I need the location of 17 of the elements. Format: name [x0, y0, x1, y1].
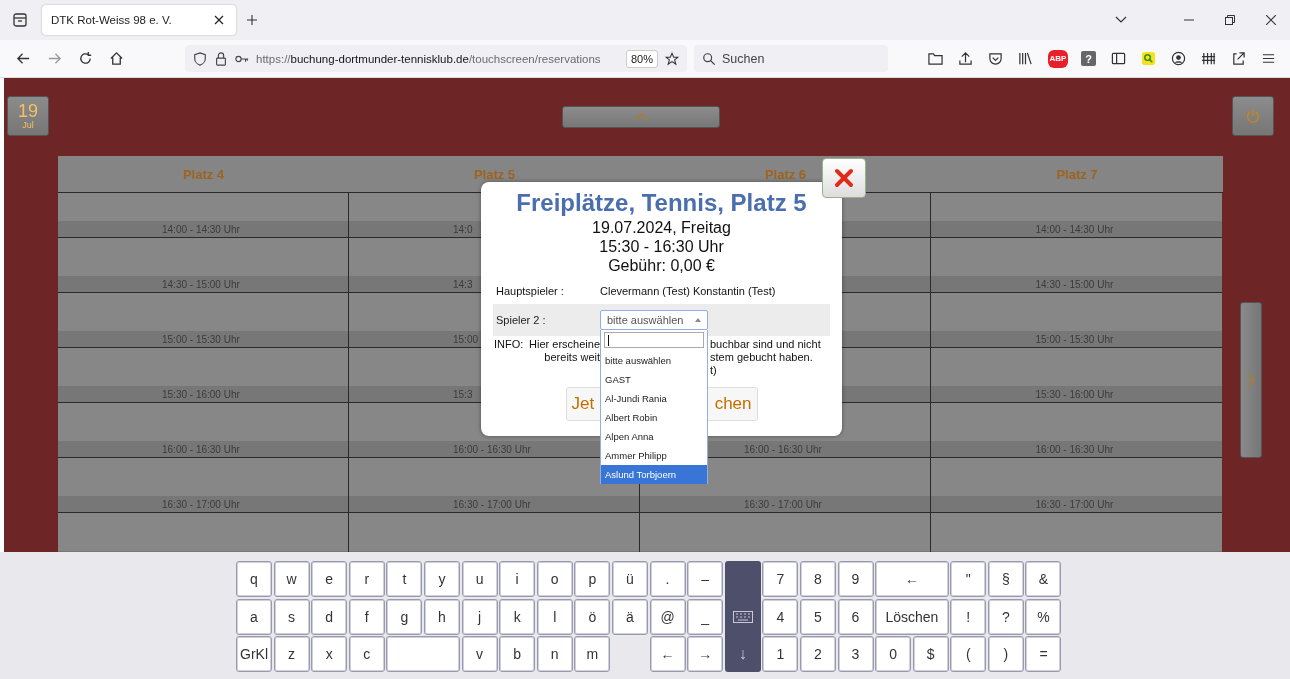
field-label: Spieler 2 :: [495, 314, 547, 326]
booking-date: 19.07.2024, Freitag: [591, 218, 732, 237]
url-host: buchung-dortmunder-tennisklub.de: [290, 52, 469, 65]
info-text: stem gebucht haben.: [710, 351, 813, 363]
main-player-name: Clevermann (Test) Konstantin (Test): [600, 285, 777, 297]
info-text: buchbar sind und nicht: [710, 338, 821, 350]
info-text: Hier erscheine: [529, 338, 600, 351]
url-scheme: https://: [256, 52, 291, 65]
info-text: bereits weit: [544, 351, 600, 364]
booking-fee: Gebühr: 0,00 €: [607, 256, 716, 275]
court-header: Platz 7: [931, 156, 1223, 193]
booking-time: 15:30 - 16:30 Uhr: [598, 237, 725, 256]
info-label: INFO:: [494, 338, 524, 351]
info-text: t): [710, 364, 717, 376]
field-label: Hauptspieler :: [495, 285, 565, 297]
court-header: Platz 4: [58, 156, 349, 193]
url-path: /touchscreen/reservations: [468, 52, 601, 65]
